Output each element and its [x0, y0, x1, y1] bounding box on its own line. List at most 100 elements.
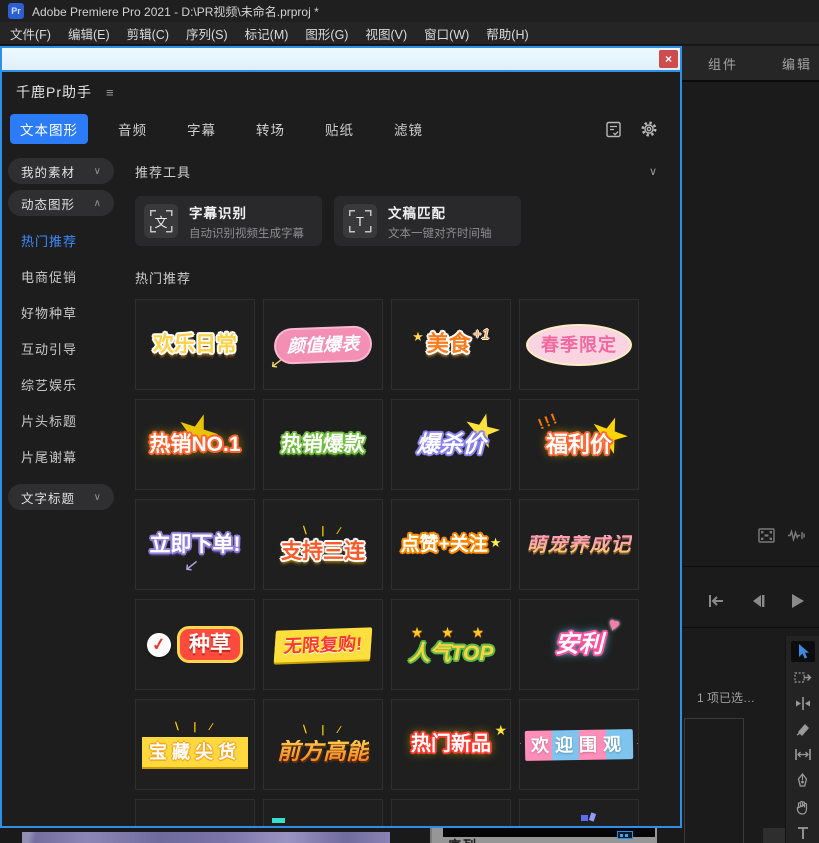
- qianlu-plugin-window: × 千鹿Pr助手 ≡ 文本图形 音频 字幕 转场 贴纸 滤镜: [0, 46, 682, 828]
- menu-item-help[interactable]: 帮助(H): [486, 24, 528, 43]
- sidebar-item-product-seeding[interactable]: 好物种草: [2, 294, 120, 330]
- survey-feedback-icon[interactable]: [605, 121, 622, 138]
- sticker-order-now[interactable]: 立即下单!↙: [135, 499, 255, 590]
- chevron-up-icon: ∧: [94, 198, 101, 209]
- essential-graphics-tabs: 组件 编辑: [682, 46, 819, 82]
- sticker-pet-raising-diary[interactable]: 萌宠养成记: [519, 499, 639, 590]
- pen-tool-icon[interactable]: [791, 770, 815, 791]
- drag-audio-only-icon[interactable]: [787, 528, 805, 543]
- sticker-treasure-goods[interactable]: ∖ ∣ ∕宝藏尖货: [135, 699, 255, 790]
- program-monitor-video-thumbnail[interactable]: [22, 832, 390, 843]
- sparkle-icon: ★: [490, 535, 502, 550]
- menu-item-edit[interactable]: 编辑(E): [68, 24, 110, 43]
- go-to-in-icon[interactable]: [706, 592, 726, 610]
- menu-bar: 文件(F) 编辑(E) 剪辑(C) 序列(S) 标记(M) 图形(G) 视图(V…: [0, 22, 819, 45]
- sticker-triple-support[interactable]: ∖ ∣ ∕支持三连: [263, 499, 383, 590]
- sticker-hot-sale-bestseller[interactable]: 热销爆款: [263, 399, 383, 490]
- checkmark-icon: ✓: [145, 631, 172, 658]
- tab-audio[interactable]: 音频: [108, 114, 157, 144]
- sidebar-item-interactive-guide[interactable]: 互动引导: [2, 330, 120, 366]
- chevron-down-icon: ∨: [94, 166, 101, 177]
- sidebar-group-my-assets[interactable]: 我的素材 ∨: [8, 158, 114, 184]
- hamburger-menu-icon[interactable]: ≡: [106, 85, 114, 100]
- recommended-tools-header: 推荐工具: [135, 162, 191, 181]
- sticker-grass-planting[interactable]: ✓种草: [135, 599, 255, 690]
- ripple-edit-tool-icon[interactable]: [791, 693, 815, 714]
- sticker-high-energy-ahead[interactable]: ∖ ∣ ∕前方高能: [263, 699, 383, 790]
- menu-item-markers[interactable]: 标记(M): [245, 24, 289, 43]
- tab-stickers[interactable]: 贴纸: [315, 114, 364, 144]
- rays-icon: ∖ ∣ ∕: [281, 526, 365, 537]
- project-panel-edge: [684, 718, 744, 843]
- sidebar-item-variety-entertainment[interactable]: 综艺娱乐: [2, 366, 120, 402]
- sticker-food-plus-one[interactable]: ★美食+1: [391, 299, 511, 390]
- tab-text-graphics[interactable]: 文本图形: [10, 114, 88, 144]
- heart-icon: ♥: [605, 613, 622, 637]
- plugin-header: 千鹿Pr助手 ≡: [2, 72, 680, 102]
- sticker-like-and-follow[interactable]: 点赞+关注★: [391, 499, 511, 590]
- sticker-hot-sale-no1[interactable]: ★热销NO.1: [135, 399, 255, 490]
- sidebar-group-text-titles[interactable]: 文字标题 ∨: [8, 484, 114, 510]
- tab-subtitles[interactable]: 字幕: [177, 114, 226, 144]
- sticker-flash-price[interactable]: ★爆杀价: [391, 399, 511, 490]
- sidebar-item-opening-title[interactable]: 片头标题: [2, 402, 120, 438]
- sticker-cell-partial[interactable]: [391, 799, 511, 826]
- sidebar-item-hot-recommend[interactable]: 热门推荐: [2, 222, 120, 258]
- sidebar-item-ending-credits[interactable]: 片尾谢幕: [2, 438, 120, 474]
- sticker-unlimited-repurchase[interactable]: 无限复购!: [263, 599, 383, 690]
- sidebar-group-motion-graphics[interactable]: 动态图形 ∧: [8, 190, 114, 216]
- tool-card-script-match[interactable]: T 文稿匹配 文本一键对齐时间轴: [334, 196, 521, 246]
- sticker-grid: 欢乐日常 颜值爆表↙ ★美食+1 春季限定 ★热销NO.1: [135, 299, 680, 826]
- tab-filters[interactable]: 滤镜: [384, 114, 433, 144]
- sticker-fragment: [589, 812, 596, 821]
- plugin-titlebar[interactable]: ×: [2, 48, 680, 72]
- arrow-icon: ↙: [182, 554, 199, 576]
- sticker-popularity-top[interactable]: ★ ★ ★人气TOP: [391, 599, 511, 690]
- panel-scrollbar-fragment[interactable]: [763, 828, 785, 843]
- razor-tool-icon[interactable]: [791, 719, 815, 740]
- sparkle-icon: ★: [494, 722, 507, 739]
- plugin-sidebar: 我的素材 ∨ 动态图形 ∧ 热门推荐 电商促销 好物种草 互动引导 综艺娱乐 片…: [2, 150, 120, 826]
- stars-icon: ★ ★ ★: [409, 624, 494, 641]
- drag-video-only-icon[interactable]: [758, 528, 775, 543]
- sticker-benefit-price[interactable]: !!!★福利价: [519, 399, 639, 490]
- plugin-tab-bar: 文本图形 音频 字幕 转场 贴纸 滤镜: [2, 102, 680, 154]
- menu-item-clip[interactable]: 剪辑(C): [127, 24, 169, 43]
- sticker-spring-limited[interactable]: 春季限定: [519, 299, 639, 390]
- scan-type-icon: T: [343, 204, 377, 238]
- sticker-cell-partial[interactable]: [263, 799, 383, 826]
- track-select-forward-tool-icon[interactable]: [791, 667, 815, 688]
- sticker-cell-partial[interactable]: [135, 799, 255, 826]
- rays-icon: ∖ ∣ ∕: [142, 722, 248, 733]
- close-icon[interactable]: ×: [659, 50, 678, 68]
- menu-item-graphics[interactable]: 图形(G): [305, 24, 348, 43]
- premiere-app-icon: Pr: [8, 3, 24, 19]
- tab-components[interactable]: 组件: [708, 54, 738, 73]
- arrow-icon: ↙: [269, 352, 286, 374]
- sticker-fragment: [581, 815, 588, 821]
- menu-item-view[interactable]: 视图(V): [365, 24, 407, 43]
- tool-card-subtitle-recognition[interactable]: 文 字幕识别 自动识别视频生成字幕: [135, 196, 322, 246]
- waveform-toggle-icon[interactable]: [617, 831, 633, 839]
- chevron-down-icon: ∨: [94, 492, 101, 503]
- type-tool-icon[interactable]: [791, 822, 815, 843]
- menu-item-window[interactable]: 窗口(W): [424, 24, 469, 43]
- sticker-cell-partial[interactable]: [519, 799, 639, 826]
- slip-tool-icon[interactable]: [791, 745, 815, 766]
- menu-item-sequence[interactable]: 序列(S): [186, 24, 228, 43]
- hand-tool-icon[interactable]: [791, 796, 815, 817]
- gear-settings-icon[interactable]: [640, 120, 658, 138]
- sticker-hot-new-product[interactable]: 热门新品★: [391, 699, 511, 790]
- sticker-happy-daily[interactable]: 欢乐日常: [135, 299, 255, 390]
- selection-tool-icon[interactable]: [791, 641, 815, 662]
- menu-item-file[interactable]: 文件(F): [10, 24, 51, 43]
- tab-transitions[interactable]: 转场: [246, 114, 295, 144]
- step-back-icon[interactable]: [750, 593, 766, 609]
- sticker-welcome-watch[interactable]: ★欢迎围观★: [519, 699, 639, 790]
- sidebar-item-ecommerce-promo[interactable]: 电商促销: [2, 258, 120, 294]
- tab-edit[interactable]: 编辑: [782, 54, 812, 73]
- sticker-recommend-anli[interactable]: 安利♥: [519, 599, 639, 690]
- play-icon[interactable]: [790, 593, 805, 609]
- sticker-beauty-max[interactable]: 颜值爆表↙: [263, 299, 383, 390]
- collapse-chevron-icon[interactable]: ∨: [649, 165, 658, 178]
